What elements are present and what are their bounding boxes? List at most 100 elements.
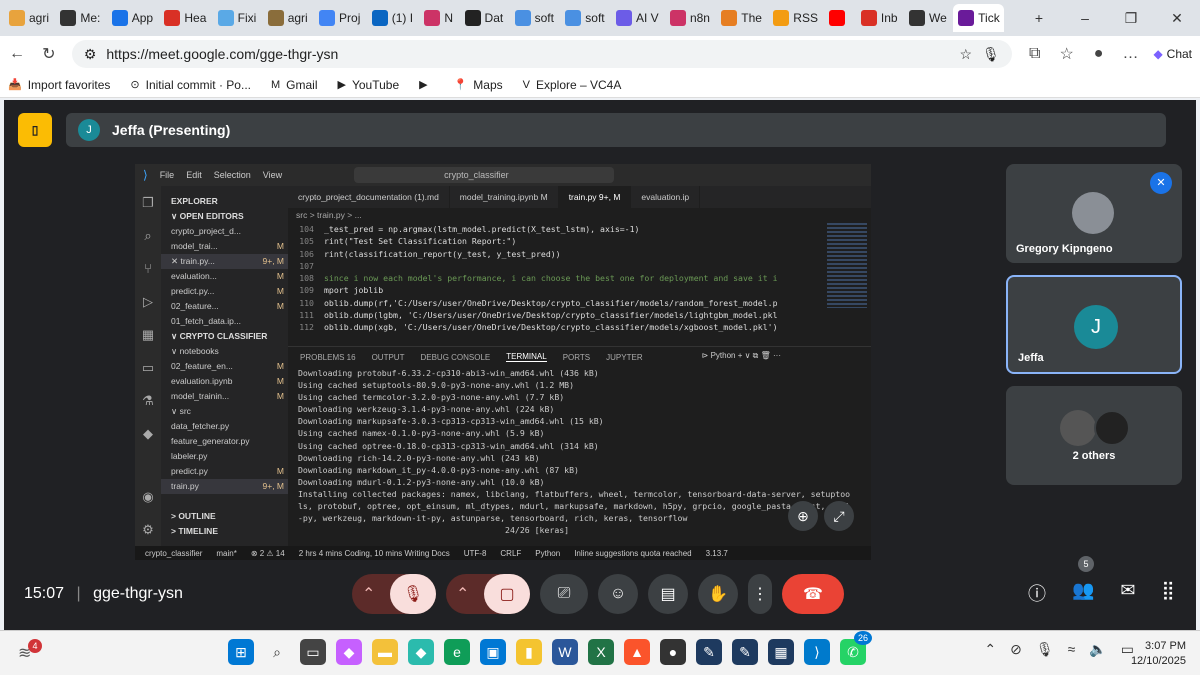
- browser-tab[interactable]: RSS: [768, 4, 822, 32]
- app-icon[interactable]: ✎: [696, 639, 722, 665]
- browser-tab[interactable]: agri: [4, 4, 53, 32]
- tray-overflow-icon[interactable]: ⌃: [984, 641, 996, 658]
- file-explorer-icon[interactable]: ▬: [372, 639, 398, 665]
- star-icon[interactable]: ☆: [959, 46, 972, 63]
- explorer-icon[interactable]: ❐: [135, 186, 161, 219]
- search-icon[interactable]: ⌕: [264, 639, 290, 665]
- run-debug-icon[interactable]: ▷: [135, 285, 161, 318]
- bookmark-item[interactable]: V Explore – VC4A: [523, 78, 622, 92]
- back-icon[interactable]: ←: [8, 45, 26, 63]
- bookmark-item[interactable]: 📍 Maps: [454, 78, 503, 92]
- vscode-search[interactable]: crypto_classifier: [354, 167, 615, 183]
- site-info-icon[interactable]: ⚙: [84, 46, 97, 63]
- tray-app-icon[interactable]: ⊘: [1010, 641, 1022, 658]
- restore-icon[interactable]: ❐: [1108, 0, 1154, 36]
- reload-icon[interactable]: ↻: [40, 44, 58, 64]
- browser-tab[interactable]: [824, 4, 854, 32]
- app-icon[interactable]: ●: [660, 639, 686, 665]
- status-item[interactable]: crypto_classifier: [145, 549, 202, 558]
- explorer-item[interactable]: > OUTLINE: [161, 509, 288, 524]
- browser-tab[interactable]: The: [716, 4, 766, 32]
- terminal-output[interactable]: Downloading protobuf-6.33.2-cp310-abi3-w…: [288, 367, 871, 536]
- explorer-item[interactable]: labeler.py: [161, 449, 288, 464]
- browser-tab[interactable]: Hea: [159, 4, 210, 32]
- participant-tile-others[interactable]: 2 others: [1006, 386, 1182, 485]
- participant-tile-gregory[interactable]: ✕ Gregory Kipngeno: [1006, 164, 1182, 263]
- panel-tab[interactable]: JUPYTER: [606, 353, 642, 362]
- copilot-chat-button[interactable]: ◆ Chat: [1153, 47, 1192, 61]
- status-item[interactable]: Python: [535, 549, 560, 558]
- browser-tab[interactable]: n8n: [665, 4, 714, 32]
- fullscreen-icon[interactable]: ⤢: [824, 501, 854, 531]
- mic-options-icon[interactable]: ⌃: [362, 584, 375, 604]
- explorer-item[interactable]: evaluation... M: [161, 269, 288, 284]
- explorer-item[interactable]: feature_generator.py: [161, 434, 288, 449]
- editor-tab[interactable]: crypto_project_documentation (1).md: [288, 186, 450, 208]
- panel-tab[interactable]: PORTS: [563, 353, 590, 362]
- leave-call-button[interactable]: ☎: [782, 574, 844, 614]
- explorer-item[interactable]: > TIMELINE: [161, 524, 288, 539]
- zoom-in-icon[interactable]: ⊕: [788, 501, 818, 531]
- remote-icon[interactable]: ▭: [135, 351, 161, 384]
- copilot-icon[interactable]: ◆: [336, 639, 362, 665]
- bookmark-item[interactable]: ▶: [419, 78, 433, 91]
- explorer-item[interactable]: EXPLORER: [161, 194, 288, 209]
- browser-tab[interactable]: Inb: [856, 4, 902, 32]
- explorer-item[interactable]: 01_fetch_data.ip...: [161, 314, 288, 329]
- explorer-item[interactable]: data_fetcher.py: [161, 419, 288, 434]
- bookmark-item[interactable]: ▶ YouTube: [338, 78, 400, 92]
- explorer-item[interactable]: evaluation.ipynb M: [161, 374, 288, 389]
- emoji-icon[interactable]: ☺: [598, 574, 638, 614]
- account-icon[interactable]: ◉: [135, 480, 161, 513]
- more-options-icon[interactable]: ⋮: [748, 574, 772, 614]
- code-view[interactable]: 104 _test_pred = np.argmax(lstm_model.pre…: [288, 223, 871, 334]
- menu-item[interactable]: View: [263, 170, 282, 180]
- vscode-taskbar-icon[interactable]: ⟩: [804, 639, 830, 665]
- camera-toggle[interactable]: ⌃ ▢: [446, 574, 530, 614]
- browser-tab[interactable]: N: [419, 4, 457, 32]
- mic-off-icon[interactable]: 🎙: [390, 574, 436, 614]
- app-icon[interactable]: ◆: [408, 639, 434, 665]
- explorer-item[interactable]: 02_feature... M: [161, 299, 288, 314]
- raise-hand-icon[interactable]: ✋: [698, 574, 738, 614]
- explorer-item[interactable]: ∨ OPEN EDITORS: [161, 209, 288, 224]
- editor-tab[interactable]: evaluation.ip: [631, 186, 701, 208]
- url-field[interactable]: ⚙ https://meet.google.com/gge-thgr-ysn ☆…: [71, 40, 1012, 68]
- status-item[interactable]: ⊗ 2 ⚠ 14: [251, 549, 285, 558]
- menu-item[interactable]: Selection: [214, 170, 251, 180]
- camera-options-icon[interactable]: ⌃: [456, 584, 469, 604]
- extensions-icon[interactable]: ▦: [135, 318, 161, 351]
- menu-item[interactable]: File: [160, 170, 175, 180]
- terminal-shell-label[interactable]: ⊳ Python + ∨ ⧉ 🗑 ···: [702, 351, 781, 361]
- editor-tab[interactable]: train.py 9+, M: [558, 186, 632, 208]
- explorer-item[interactable]: model_trainin... M: [161, 389, 288, 404]
- explorer-item[interactable]: ∨ CRYPTO CLASSIFIER: [161, 329, 288, 344]
- search-icon[interactable]: ⌕: [135, 219, 161, 252]
- minimap[interactable]: [827, 223, 867, 308]
- power-bi-icon[interactable]: ▮: [516, 639, 542, 665]
- edge-icon[interactable]: e: [444, 639, 470, 665]
- app-icon[interactable]: ✎: [732, 639, 758, 665]
- start-icon[interactable]: ⊞: [228, 639, 254, 665]
- tray-mic-icon[interactable]: 🎙: [1036, 641, 1054, 658]
- captions-icon[interactable]: ▤: [648, 574, 688, 614]
- status-item[interactable]: CRLF: [500, 549, 521, 558]
- explorer-item[interactable]: crypto_project_d...: [161, 224, 288, 239]
- browser-tab[interactable]: Fixi: [213, 4, 261, 32]
- browser-tab[interactable]: soft: [510, 4, 559, 32]
- mic-toggle[interactable]: ⌃ 🎙: [352, 574, 436, 614]
- browser-tab[interactable]: App: [107, 4, 158, 32]
- chat-icon[interactable]: ✉: [1120, 580, 1135, 606]
- settings-gear-icon[interactable]: ⚙: [135, 513, 161, 546]
- testing-icon[interactable]: ⚗: [135, 384, 161, 417]
- volume-icon[interactable]: 🔈: [1089, 641, 1106, 658]
- browser-tab[interactable]: soft: [560, 4, 609, 32]
- explorer-item[interactable]: ∨ src: [161, 404, 288, 419]
- editor-tab[interactable]: model_training.ipynb M: [450, 186, 559, 208]
- browser-tab[interactable]: Proj: [314, 4, 365, 32]
- mic-icon[interactable]: 🎙: [982, 46, 1000, 63]
- explorer-item[interactable]: ✕ train.py... 9+, M: [161, 254, 288, 269]
- people-icon[interactable]: 👥 5: [1072, 556, 1094, 606]
- activities-icon[interactable]: ⣿: [1162, 580, 1175, 606]
- explorer-item[interactable]: 02_feature_en... M: [161, 359, 288, 374]
